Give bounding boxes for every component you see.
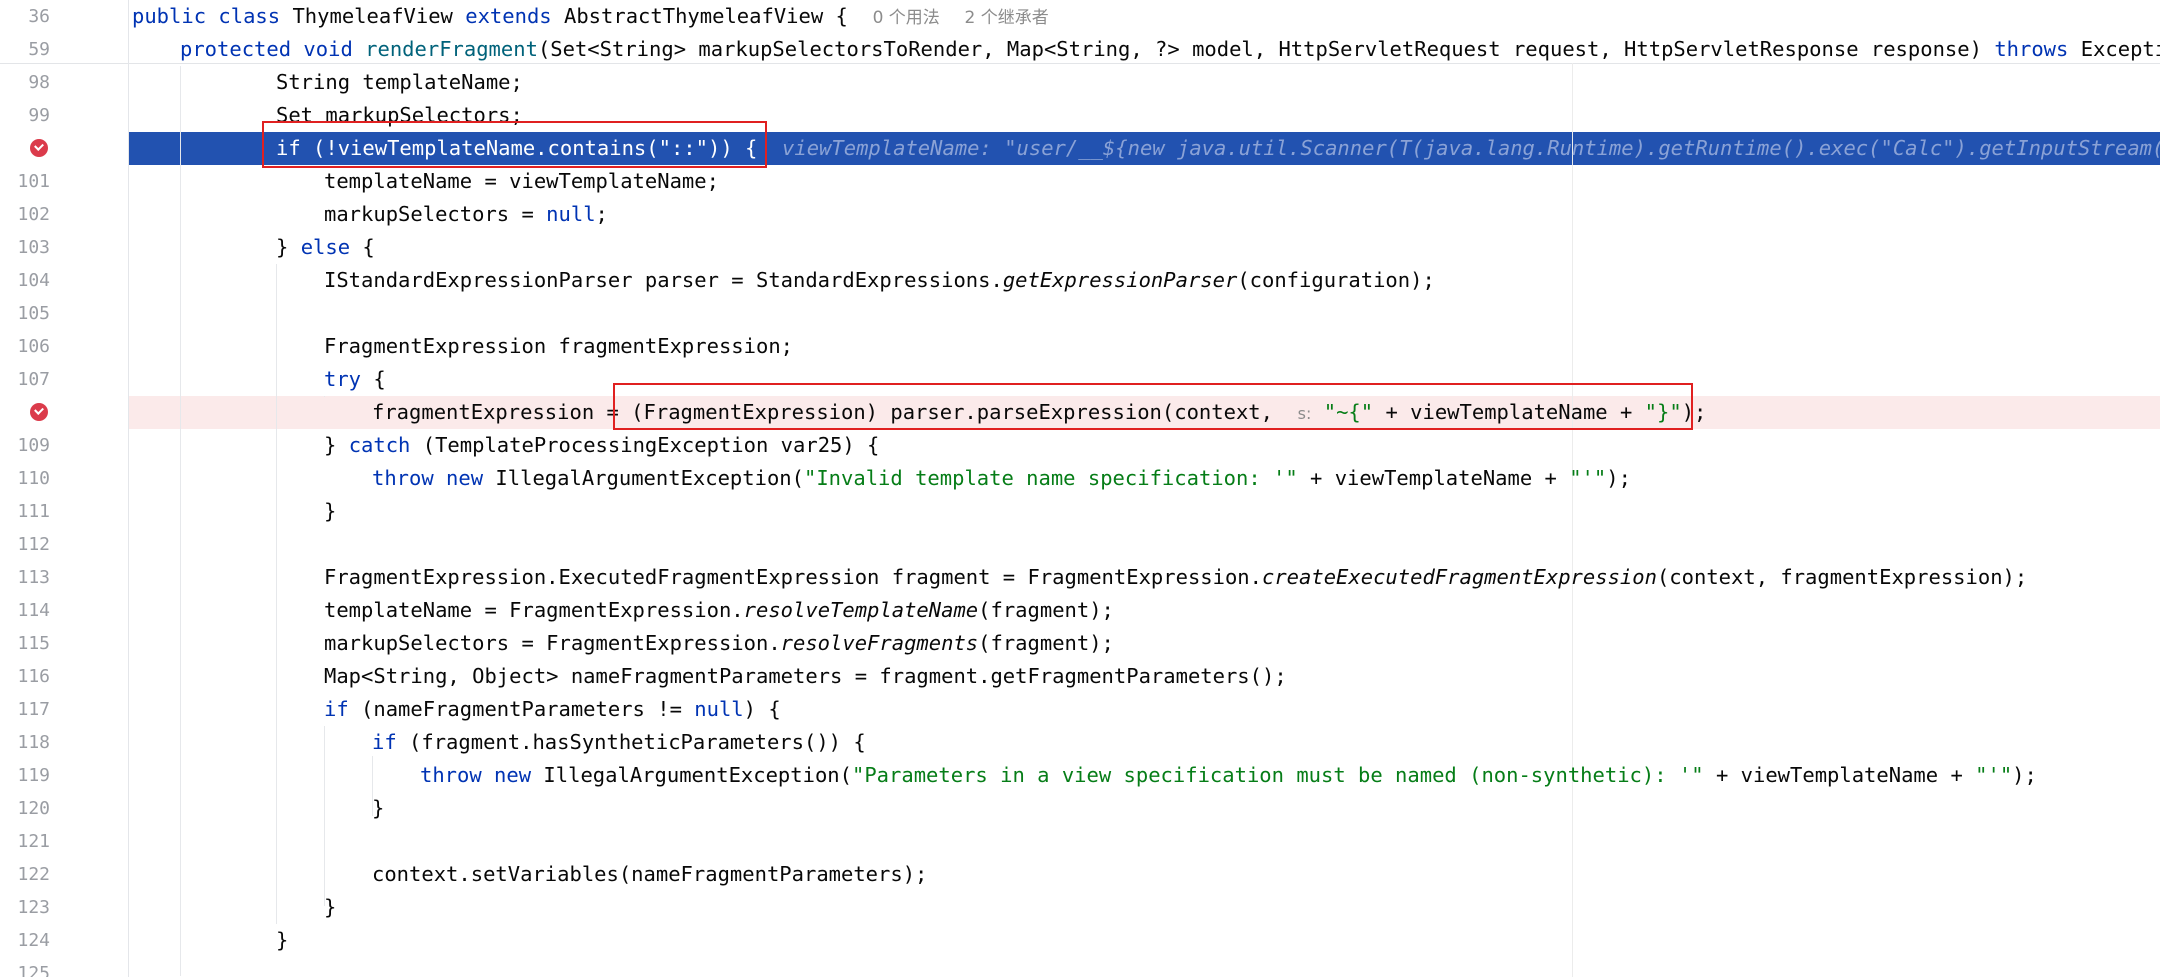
highlight-box-parse-expression — [613, 383, 1693, 430]
right-margin-guide — [1572, 63, 1573, 977]
line-number: 102 — [17, 204, 50, 225]
indent-guide — [276, 264, 277, 924]
line-number: 110 — [17, 468, 50, 489]
line-number: 99 — [28, 105, 50, 126]
line-number: 105 — [17, 303, 50, 324]
keyword: extends — [465, 4, 552, 28]
code-line[interactable]: } else { — [276, 231, 375, 264]
sticky-method-declaration[interactable]: protected void renderFragment(Set<String… — [180, 33, 2160, 66]
line-number: 120 — [17, 798, 50, 819]
parent-class: AbstractThymeleafView { — [564, 4, 848, 28]
sticky-class-declaration[interactable]: public class ThymeleafView extends Abstr… — [132, 0, 1049, 35]
line-number: 124 — [17, 930, 50, 951]
highlight-box-contains-check — [262, 121, 767, 168]
line-number: 115 — [17, 633, 50, 654]
code-line[interactable]: Map<String, Object> nameFragmentParamete… — [324, 660, 1287, 693]
line-number: 121 — [17, 831, 50, 852]
breakpoint-icon[interactable] — [30, 139, 48, 157]
code-editor[interactable]: 36 public class ThymeleafView extends Ab… — [0, 0, 2160, 977]
code-line[interactable]: FragmentExpression fragmentExpression; — [324, 330, 793, 363]
inline-debug-value: viewTemplateName: "user/__${new java.uti… — [782, 136, 2160, 160]
line-number: 103 — [17, 237, 50, 258]
line-number: 36 — [28, 6, 50, 27]
indent-guide — [324, 396, 325, 397]
code-line[interactable]: templateName = viewTemplateName; — [324, 165, 719, 198]
line-number: 104 — [17, 270, 50, 291]
line-number: 125 — [17, 963, 50, 977]
breakpoint-icon[interactable] — [30, 403, 48, 421]
line-number: 101 — [17, 171, 50, 192]
code-line[interactable]: } catch (TemplateProcessingException var… — [324, 429, 879, 462]
code-line[interactable]: FragmentExpression.ExecutedFragmentExpre… — [324, 561, 2027, 594]
code-line[interactable]: templateName = FragmentExpression.resolv… — [324, 594, 1114, 627]
code-line[interactable]: if (fragment.hasSyntheticParameters()) { — [372, 726, 866, 759]
code-line[interactable]: try { — [324, 363, 386, 396]
keyword: protected void — [180, 37, 353, 61]
code-line[interactable]: } — [276, 924, 288, 957]
line-number: 112 — [17, 534, 50, 555]
code-line[interactable]: String templateName; — [276, 66, 523, 99]
indent-guide — [180, 66, 181, 976]
line-number: 117 — [17, 699, 50, 720]
line-number: 123 — [17, 897, 50, 918]
line-number: 111 — [17, 501, 50, 522]
line-number: 113 — [17, 567, 50, 588]
line-number: 106 — [17, 336, 50, 357]
keyword: throws — [1994, 37, 2069, 61]
line-number: 114 — [17, 600, 50, 621]
code-line[interactable]: IStandardExpressionParser parser = Stand… — [324, 264, 1435, 297]
keyword: public class — [132, 4, 281, 28]
usages-hint[interactable]: 0 个用法 — [873, 8, 940, 28]
code-line[interactable]: if (nameFragmentParameters != null) { — [324, 693, 781, 726]
code-line[interactable]: context.setVariables(nameFragmentParamet… — [372, 858, 927, 891]
line-number: 109 — [17, 435, 50, 456]
code-line[interactable]: } — [324, 891, 336, 924]
line-number: 107 — [17, 369, 50, 390]
code-line[interactable]: throw new IllegalArgumentException("Inva… — [372, 462, 1631, 495]
gutter-separator — [128, 0, 129, 977]
code-line[interactable]: } — [324, 495, 336, 528]
line-number: 59 — [28, 39, 50, 60]
inheritors-hint[interactable]: 2 个继承者 — [964, 8, 1048, 28]
code-line[interactable]: } — [372, 792, 384, 825]
line-number: 118 — [17, 732, 50, 753]
code-line[interactable]: throw new IllegalArgumentException("Para… — [420, 759, 2037, 792]
line-number: 98 — [28, 72, 50, 93]
indent-guide — [324, 726, 325, 906]
code-line[interactable]: markupSelectors = null; — [324, 198, 608, 231]
method-name: renderFragment — [365, 37, 538, 61]
exception-type: Exception { — [2080, 37, 2160, 61]
code-line[interactable]: markupSelectors = FragmentExpression.res… — [324, 627, 1114, 660]
line-number: 122 — [17, 864, 50, 885]
line-number: 119 — [17, 765, 50, 786]
class-name: ThymeleafView — [292, 4, 453, 28]
line-number: 116 — [17, 666, 50, 687]
method-params: (Set<String> markupSelectorsToRender, Ma… — [537, 37, 1982, 61]
